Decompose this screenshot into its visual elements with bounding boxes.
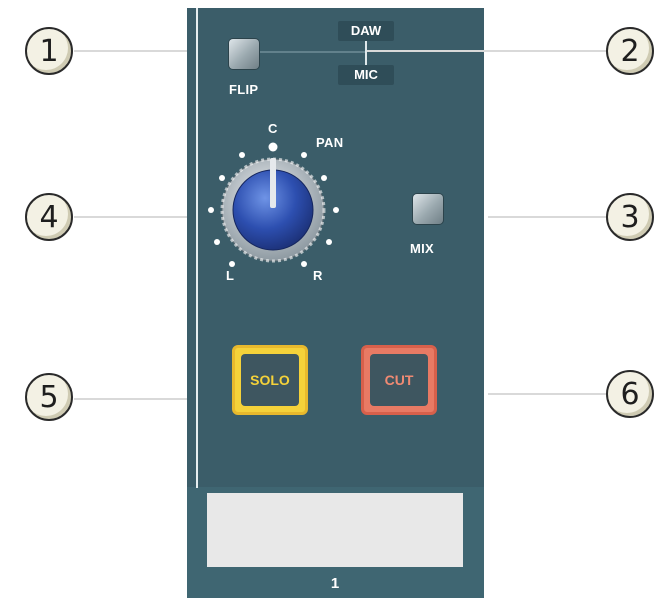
channel-number: 1 [330, 575, 340, 592]
leader-line-4 [74, 216, 187, 218]
cut-button-label: CUT [370, 354, 428, 406]
callout-4: 4 [25, 193, 73, 241]
leader-line-3 [488, 216, 606, 218]
leader-line-6 [488, 393, 606, 395]
flip-label: FLIP [229, 82, 259, 97]
callout-2: 2 [606, 27, 654, 75]
mix-label: MIX [410, 241, 435, 256]
solo-button-label: SOLO [241, 354, 299, 406]
callout-6: 6 [606, 370, 654, 418]
leader-line-2 [367, 50, 607, 52]
daw-label: DAW [338, 21, 394, 41]
cut-button[interactable]: CUT [361, 345, 437, 415]
mix-button[interactable] [413, 194, 443, 224]
solo-button[interactable]: SOLO [232, 345, 308, 415]
callout-3: 3 [606, 193, 654, 241]
callout-1: 1 [25, 27, 73, 75]
panel-divider-line [196, 8, 198, 488]
scribble-strip [207, 493, 463, 567]
pan-knob[interactable] [200, 140, 350, 280]
leader-line-1 [74, 50, 187, 52]
pan-center-label: C [268, 121, 278, 136]
callout-5: 5 [25, 373, 73, 421]
leader-line-5 [74, 398, 187, 400]
flip-button[interactable] [229, 39, 259, 69]
mic-label: MIC [338, 65, 394, 85]
